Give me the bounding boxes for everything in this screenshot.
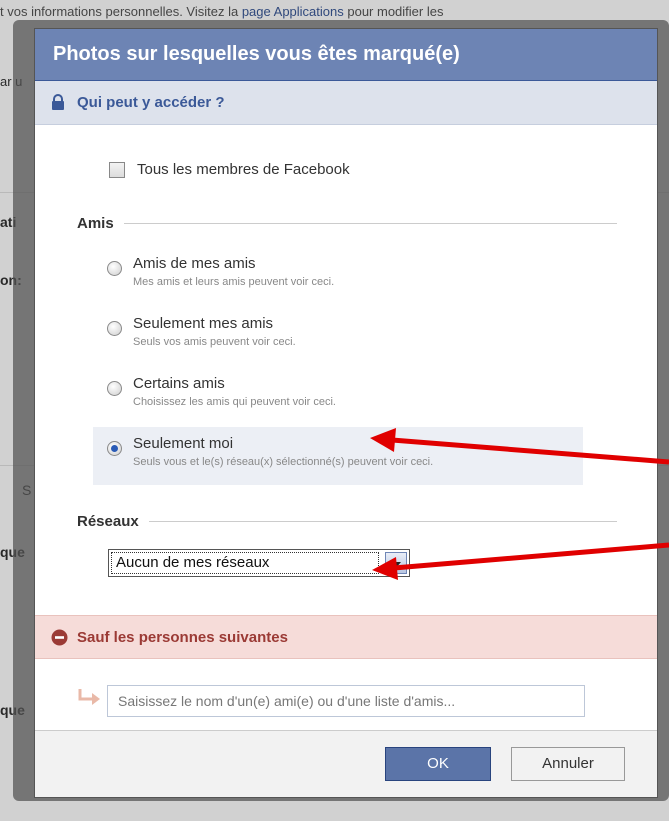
access-section-header: Qui peut y accéder ? [35, 81, 657, 125]
friends-group-header: Amis [77, 215, 617, 232]
networks-select-value: Aucun de mes réseaux [111, 552, 379, 574]
cancel-button[interactable]: Annuler [511, 747, 625, 781]
option-label: Certains amis [133, 375, 225, 392]
networks-group-header: Réseaux [77, 513, 617, 530]
option-description: Mes amis et leurs amis peuvent voir ceci… [133, 276, 335, 288]
lock-icon [52, 94, 64, 110]
option-some-friends[interactable]: Certains amis Choisissez les amis qui pe… [93, 371, 583, 429]
everyone-checkbox-label: Tous les membres de Facebook [137, 161, 350, 178]
exclude-people-input[interactable]: Saisissez le nom d'un(e) ami(e) ou d'une… [107, 685, 585, 717]
radio-some-friends[interactable] [107, 381, 122, 396]
option-label: Seulement mes amis [133, 315, 274, 332]
friends-group-title: Amis [77, 215, 114, 232]
chevron-down-icon[interactable] [385, 552, 407, 574]
access-section-title: Qui peut y accéder ? [77, 94, 225, 111]
ok-button[interactable]: OK [385, 747, 491, 781]
radio-only-me[interactable] [107, 441, 122, 456]
option-label: Amis de mes amis [133, 255, 256, 272]
option-description: Seuls vos amis peuvent voir ceci. [133, 336, 296, 348]
group-divider [123, 223, 617, 224]
option-description: Seuls vous et le(s) réseau(x) sélectionn… [133, 456, 434, 468]
dialog-title: Photos sur lesquelles vous êtes marqué(e… [35, 29, 657, 81]
dialog-footer: OK Annuler [35, 730, 657, 797]
except-section-header: Sauf les personnes suivantes [35, 615, 657, 659]
networks-group-title: Réseaux [77, 513, 139, 530]
option-only-friends[interactable]: Seulement mes amis Seuls vos amis peuven… [93, 311, 583, 369]
everyone-checkbox-row[interactable]: Tous les membres de Facebook [109, 161, 350, 178]
group-divider [148, 521, 617, 522]
except-section-title: Sauf les personnes suivantes [77, 629, 288, 646]
everyone-checkbox[interactable] [109, 161, 125, 178]
radio-only-friends[interactable] [107, 321, 122, 336]
radio-friends-of-friends[interactable] [107, 261, 122, 276]
networks-select[interactable]: Aucun de mes réseaux [108, 549, 410, 577]
option-friends-of-friends[interactable]: Amis de mes amis Mes amis et leurs amis … [93, 251, 583, 309]
indent-arrow-icon [78, 689, 100, 705]
privacy-dialog: Photos sur lesquelles vous êtes marqué(e… [34, 28, 658, 798]
option-label: Seulement moi [133, 435, 234, 452]
minus-circle-icon [51, 629, 68, 646]
option-description: Choisissez les amis qui peuvent voir cec… [133, 396, 336, 408]
option-only-me[interactable]: Seulement moi Seuls vous et le(s) réseau… [93, 427, 583, 485]
